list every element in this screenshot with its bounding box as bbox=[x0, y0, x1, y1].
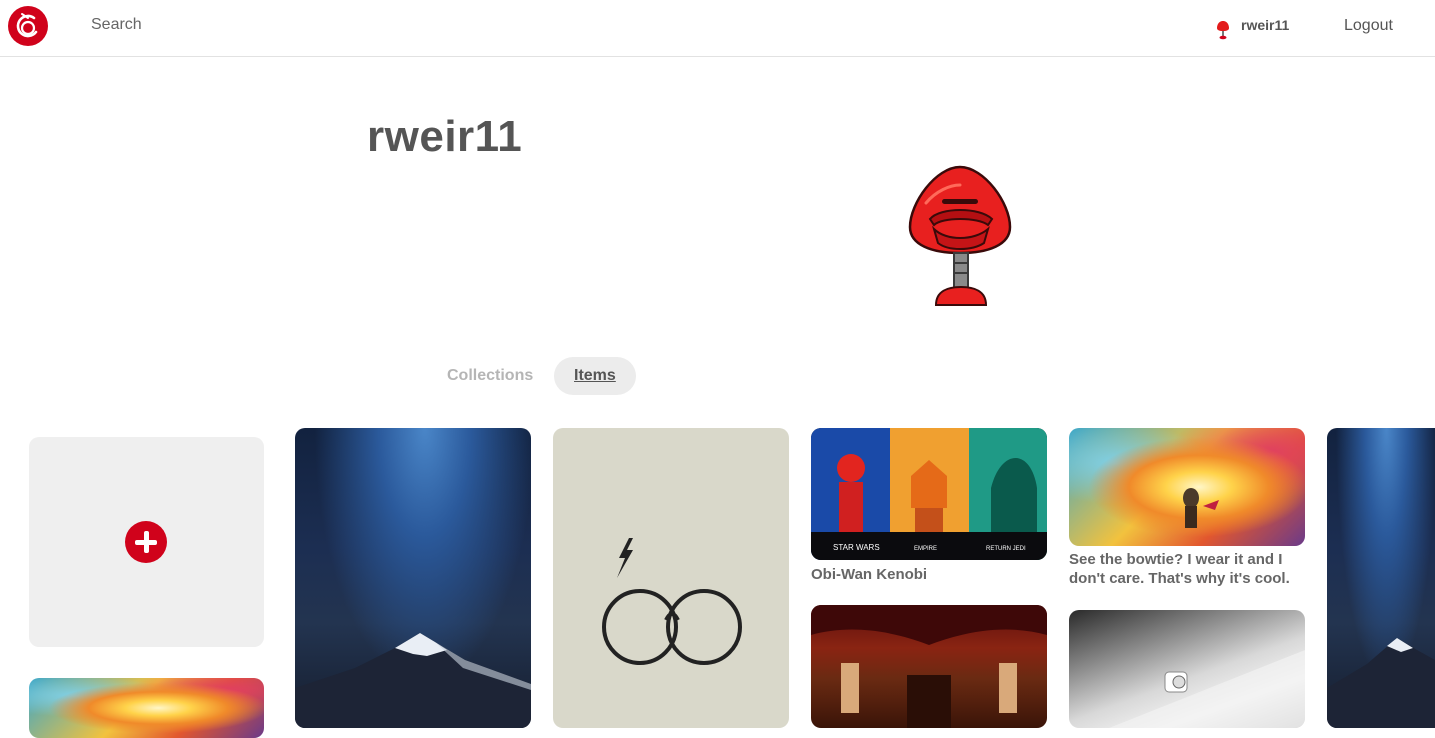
tab-collections[interactable]: Collections bbox=[430, 357, 550, 395]
plus-circle-icon[interactable] bbox=[125, 521, 167, 563]
search-link[interactable]: Search bbox=[91, 16, 142, 34]
svg-text:RETURN JEDI: RETURN JEDI bbox=[986, 546, 1026, 552]
nav-username[interactable]: rweir11 bbox=[1241, 17, 1289, 33]
app-logo-icon[interactable] bbox=[8, 6, 48, 46]
add-item-card[interactable] bbox=[29, 437, 264, 647]
item-image[interactable] bbox=[811, 605, 1047, 728]
item-image[interactable] bbox=[1069, 428, 1305, 546]
mushroom-robot-icon bbox=[908, 165, 1012, 306]
item-image[interactable] bbox=[553, 428, 789, 728]
item-image[interactable]: STAR WARS EMPIRE RETURN JEDI bbox=[811, 428, 1047, 560]
user-avatar-small-icon[interactable] bbox=[1216, 20, 1230, 40]
item-image[interactable] bbox=[295, 428, 531, 728]
top-navigation-bar: Search rweir11 Logout bbox=[0, 0, 1435, 57]
svg-text:EMPIRE: EMPIRE bbox=[914, 546, 937, 552]
svg-text:STAR WARS: STAR WARS bbox=[833, 543, 880, 552]
item-caption: See the bowtie? I wear it and I don't ca… bbox=[1069, 551, 1290, 587]
logout-link[interactable]: Logout bbox=[1344, 17, 1393, 35]
tab-items[interactable]: Items bbox=[554, 357, 636, 395]
profile-name: rweir11 bbox=[367, 112, 523, 161]
item-image[interactable] bbox=[1327, 428, 1435, 728]
item-image[interactable] bbox=[29, 678, 264, 738]
item-image[interactable] bbox=[1069, 610, 1305, 728]
item-caption: Obi-Wan Kenobi bbox=[811, 566, 928, 583]
